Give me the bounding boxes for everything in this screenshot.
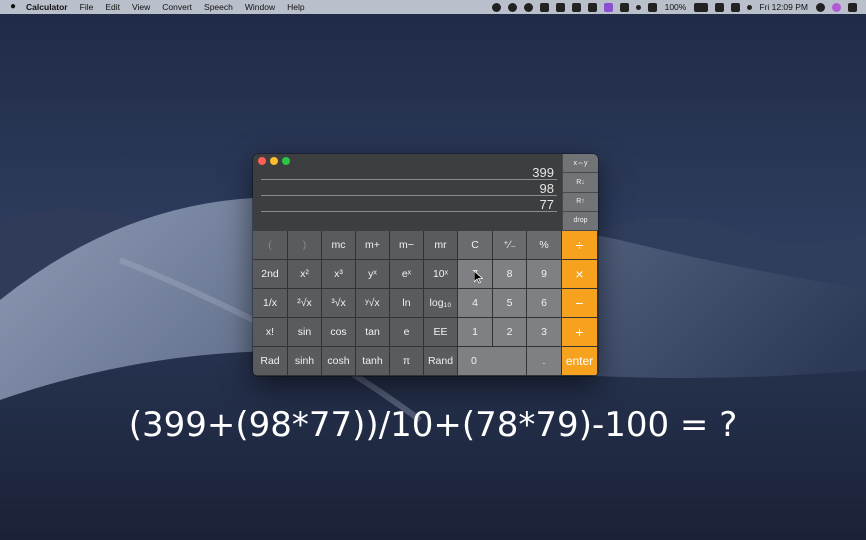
menu-view[interactable]: View: [126, 0, 156, 14]
digit-9-key[interactable]: 9: [527, 260, 562, 289]
battery-percent: 100%: [664, 2, 687, 12]
menu-speech[interactable]: Speech: [198, 0, 239, 14]
memory-clear-key[interactable]: mc: [322, 231, 356, 260]
factorial-key[interactable]: x!: [253, 318, 288, 347]
battery-icon[interactable]: [693, 2, 708, 12]
second-key[interactable]: 2nd: [253, 260, 288, 289]
siri-icon[interactable]: [831, 2, 841, 12]
memory-subtract-key[interactable]: m−: [390, 231, 424, 260]
menu-clock[interactable]: Fri 12:09 PM: [755, 2, 812, 12]
roll-up-button[interactable]: R↑: [562, 192, 598, 212]
digit-1-key[interactable]: 1: [458, 318, 493, 347]
digit-4-key[interactable]: 4: [458, 289, 493, 318]
cos-key[interactable]: cos: [322, 318, 356, 347]
square-key[interactable]: x²: [288, 260, 322, 289]
reciprocal-key[interactable]: 1/x: [253, 289, 288, 318]
tan-key[interactable]: tan: [356, 318, 390, 347]
tanh-key[interactable]: tanh: [356, 347, 390, 376]
digit-8-key[interactable]: 8: [493, 260, 527, 289]
menu-window[interactable]: Window: [239, 0, 281, 14]
power-key[interactable]: yˣ: [356, 260, 390, 289]
mouse-cursor-icon: [474, 271, 483, 284]
ln-key[interactable]: ln: [390, 289, 424, 318]
digit-3-key[interactable]: 3: [527, 318, 562, 347]
square-root-key[interactable]: ²√x: [288, 289, 322, 318]
menu-help[interactable]: Help: [281, 0, 310, 14]
stack-line-1: 399: [261, 166, 557, 180]
globe-icon[interactable]: [492, 2, 502, 12]
open-paren-key[interactable]: (: [253, 231, 288, 260]
rand-key[interactable]: Rand: [424, 347, 458, 376]
memory-recall-key[interactable]: mr: [424, 231, 458, 260]
digit-0-key[interactable]: 0: [458, 347, 527, 376]
sync-icon[interactable]: [524, 2, 534, 12]
decimal-key[interactable]: .: [527, 347, 562, 376]
exp-key[interactable]: eˣ: [390, 260, 424, 289]
digit-5-key[interactable]: 5: [493, 289, 527, 318]
stack-line-3: 77: [261, 198, 557, 212]
cosh-key[interactable]: cosh: [322, 347, 356, 376]
sin-key[interactable]: sin: [288, 318, 322, 347]
image-icon[interactable]: [572, 2, 582, 12]
menu-app-name[interactable]: Calculator: [22, 0, 74, 14]
percent-key[interactable]: %: [527, 231, 562, 260]
enter-key[interactable]: enter: [562, 347, 598, 376]
clear-key[interactable]: C: [458, 231, 493, 260]
apple-menu-icon[interactable]: ●: [0, 0, 22, 14]
ten-power-key[interactable]: 10ˣ: [424, 260, 458, 289]
menu-convert[interactable]: Convert: [156, 0, 198, 14]
shield-icon[interactable]: [620, 2, 630, 12]
menu-bar: ● Calculator File Edit View Convert Spee…: [0, 0, 866, 14]
roll-down-button[interactable]: R↓: [562, 173, 598, 193]
dot-icon[interactable]: [636, 4, 642, 10]
input-source-icon[interactable]: [730, 2, 740, 12]
sinh-key[interactable]: sinh: [288, 347, 322, 376]
log10-key[interactable]: log₁₀: [424, 289, 458, 318]
stack-line-2: 98: [261, 182, 557, 196]
menu-file[interactable]: File: [74, 0, 100, 14]
w-app-icon[interactable]: [604, 2, 614, 12]
pi-key[interactable]: π: [390, 347, 424, 376]
dot-icon-2[interactable]: [746, 4, 752, 10]
digit-2-key[interactable]: 2: [493, 318, 527, 347]
add-key[interactable]: +: [562, 318, 598, 347]
swap-xy-button[interactable]: x⇔y: [562, 154, 598, 174]
list-icon[interactable]: [556, 2, 566, 12]
clipboard-icon[interactable]: [540, 2, 550, 12]
keypad: ( ) mc m+ m− mr C ⁺∕₋ % ÷ 2nd x² x³ yˣ e…: [253, 231, 598, 376]
spotlight-search-icon[interactable]: [815, 2, 825, 12]
wifi-icon[interactable]: [648, 2, 658, 12]
menu-extras: 100% Fri 12:09 PM: [489, 2, 866, 12]
menu-edit[interactable]: Edit: [99, 0, 126, 14]
rpn-stack-controls: x⇔y R↓ R↑ drop: [562, 154, 598, 231]
equation-caption: (399+(98*77))/10+(78*79)-100 = ?: [128, 405, 738, 445]
rad-key[interactable]: Rad: [253, 347, 288, 376]
notification-center-icon[interactable]: [847, 2, 857, 12]
nth-root-key[interactable]: ʸ√x: [356, 289, 390, 318]
title-bar[interactable]: [253, 154, 563, 168]
subtract-key[interactable]: −: [562, 289, 598, 318]
zoom-button[interactable]: [282, 157, 290, 165]
memory-add-key[interactable]: m+: [356, 231, 390, 260]
cloud-icon[interactable]: [508, 2, 518, 12]
calculator-window: 399 98 77 x⇔y R↓ R↑ drop ( ) mc m+ m− mr…: [253, 154, 598, 376]
minimize-button[interactable]: [270, 157, 278, 165]
close-paren-key[interactable]: ): [288, 231, 322, 260]
grid-icon[interactable]: [588, 2, 598, 12]
multiply-key[interactable]: ×: [562, 260, 598, 289]
ee-key[interactable]: EE: [424, 318, 458, 347]
cube-key[interactable]: x³: [322, 260, 356, 289]
digit-6-key[interactable]: 6: [527, 289, 562, 318]
sign-toggle-key[interactable]: ⁺∕₋: [493, 231, 527, 260]
e-key[interactable]: e: [390, 318, 424, 347]
volume-icon[interactable]: [714, 2, 724, 12]
divide-key[interactable]: ÷: [562, 231, 598, 260]
cube-root-key[interactable]: ³√x: [322, 289, 356, 318]
drop-button[interactable]: drop: [562, 211, 598, 231]
close-button[interactable]: [258, 157, 266, 165]
